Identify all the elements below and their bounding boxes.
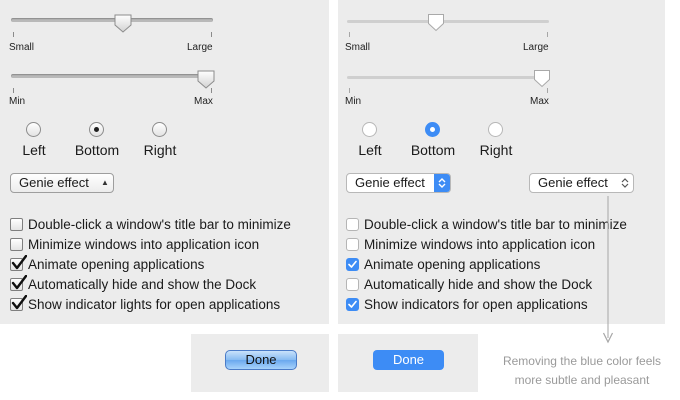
new-size-min-label: Small [345,42,371,53]
checkbox-label: Automatically hide and show the Dock [28,276,257,292]
checkmark-icon [11,254,27,269]
old-radio-right-label: Right [143,142,177,158]
checkbox-label: Automatically hide and show the Dock [364,276,593,292]
old-checkbox-row-autohide[interactable]: Automatically hide and show the Dock [10,274,256,294]
old-checkbox-row-double-click[interactable]: Double-click a window's title bar to min… [10,214,291,234]
new-done-panel: Done [338,334,478,392]
new-checkbox-indicators[interactable] [346,297,359,311]
new-radio-right[interactable] [488,122,503,137]
new-size-slider-track[interactable] [347,20,549,23]
popup-arrows-icon [434,174,450,192]
new-checkbox-row-minimize-icon[interactable]: Minimize windows into application icon [346,234,595,254]
checkmark-icon [11,294,27,309]
old-mag-tick-max [211,88,212,93]
new-radio-right-label: Right [479,142,513,158]
new-radio-bottom-label: Bottom [410,142,456,158]
new-minimize-effect-popup-blue[interactable]: Genie effect [346,173,451,193]
new-minimize-effect-popup-plain[interactable]: Genie effect [529,173,634,193]
new-radio-bottom[interactable] [425,122,440,137]
old-done-panel: Done [191,334,329,392]
old-checkbox-autohide[interactable] [10,274,27,291]
new-radio-left-label: Left [358,142,382,158]
old-popup-value: Genie effect [19,175,89,190]
old-size-tick-min [13,32,14,37]
checkmark-icon [348,260,357,268]
new-mag-tick-max [547,88,548,93]
new-done-button[interactable]: Done [373,350,444,370]
new-popup-blue-value: Genie effect [355,175,425,190]
old-size-min-label: Small [9,42,35,53]
checkbox-label: Minimize windows into application icon [28,236,260,252]
old-dock-preferences-panel: Small Large Min Max Left Bottom Right Ge… [0,0,329,324]
old-size-slider-track[interactable] [11,18,213,22]
new-mag-tick-min [349,88,350,93]
old-radio-bottom[interactable] [89,122,104,137]
checkbox-label: Minimize windows into application icon [364,236,596,252]
checkbox-label: Double-click a window's title bar to min… [28,216,291,232]
new-checkbox-animate[interactable] [346,257,359,271]
old-checkbox-minimize-icon[interactable] [10,237,23,251]
new-checkbox-row-indicators[interactable]: Show indicators for open applications [346,294,588,314]
old-minimize-effect-popup[interactable]: Genie effect ▲ [10,173,114,193]
new-size-tick-min [349,32,350,37]
new-size-tick-max [547,32,548,37]
popup-arrows-icon: ▲ [101,178,109,187]
old-size-max-label: Large [187,42,213,53]
checkbox-label: Animate opening applications [28,256,205,272]
new-checkbox-minimize-icon[interactable] [346,237,359,251]
new-checkbox-double-click[interactable] [346,217,359,231]
new-checkbox-row-autohide[interactable]: Automatically hide and show the Dock [346,274,592,294]
old-magnification-slider-thumb[interactable] [196,69,216,89]
old-done-button[interactable]: Done [225,350,297,370]
annotation-arrow-icon [602,196,614,344]
old-radio-bottom-label: Bottom [74,142,120,158]
new-popup-plain-value: Genie effect [538,175,608,190]
old-radio-left[interactable] [26,122,41,137]
annotation-line-1: Removing the blue color feels [502,354,662,368]
old-checkbox-row-animate[interactable]: Animate opening applications [10,254,204,274]
new-mag-max-label: Max [530,96,549,107]
old-mag-min-label: Min [9,96,26,107]
new-size-max-label: Large [523,42,549,53]
old-checkbox-row-indicators[interactable]: Show indicator lights for open applicati… [10,294,280,314]
annotation-line-2: more subtle and pleasant [514,373,650,387]
old-magnification-slider-track[interactable] [11,74,213,78]
checkbox-label: Show indicator lights for open applicati… [28,296,281,312]
popup-arrows-icon [617,174,633,192]
new-magnification-slider-thumb[interactable] [532,68,552,88]
checkbox-label: Double-click a window's title bar to min… [364,216,627,232]
old-checkbox-indicators[interactable] [10,294,27,311]
old-radio-left-label: Left [22,142,46,158]
new-radio-left[interactable] [362,122,377,137]
new-checkbox-row-double-click[interactable]: Double-click a window's title bar to min… [346,214,627,234]
new-mag-min-label: Min [345,96,362,107]
old-checkbox-row-minimize-icon[interactable]: Minimize windows into application icon [10,234,259,254]
old-checkbox-animate[interactable] [10,254,27,271]
checkmark-icon [348,300,357,308]
checkmark-icon [11,274,27,289]
new-checkbox-row-animate[interactable]: Animate opening applications [346,254,540,274]
new-magnification-slider-track[interactable] [347,76,549,79]
annotation-note: Removing the blue color feels more subtl… [484,352,680,390]
new-checkbox-autohide[interactable] [346,277,359,291]
old-size-tick-max [211,32,212,37]
old-mag-tick-min [13,88,14,93]
old-checkbox-double-click[interactable] [10,217,23,231]
old-radio-right[interactable] [152,122,167,137]
checkbox-label: Show indicators for open applications [364,296,588,312]
checkbox-label: Animate opening applications [364,256,541,272]
old-size-slider-thumb[interactable] [113,13,133,33]
old-mag-max-label: Max [194,96,213,107]
new-size-slider-thumb[interactable] [426,12,446,32]
